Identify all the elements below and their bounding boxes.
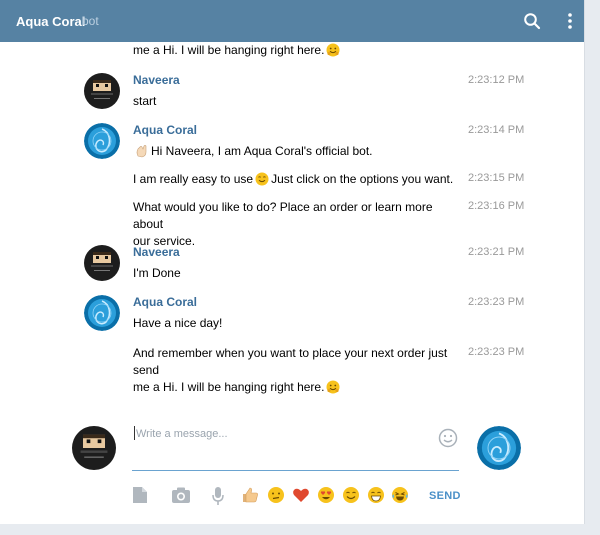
message-text: me a Hi. I will be hanging right here. [133, 42, 453, 62]
message-input[interactable]: Write a message... [136, 428, 228, 440]
message-time: 2:23:21 PM [468, 246, 525, 258]
message-time: 2:23:23 PM [468, 296, 525, 308]
message-text: start [133, 94, 157, 108]
avatar[interactable] [84, 295, 120, 331]
heart-eyes-face-icon[interactable] [317, 486, 335, 509]
message-text: And remember when you want to place your… [133, 345, 473, 399]
thumbs-up-icon[interactable] [241, 486, 259, 509]
message-time: 2:23:23 PM [468, 346, 525, 358]
emoji-picker-icon[interactable] [438, 428, 458, 453]
input-underline [132, 470, 459, 471]
waving-hand-icon [135, 144, 149, 163]
send-button[interactable]: SEND [429, 490, 461, 502]
confused-face-icon[interactable] [267, 486, 285, 509]
smiling-face-icon [255, 172, 269, 191]
message-text: What would you like to do? Place an orde… [133, 200, 433, 248]
message-time: 2:23:14 PM [468, 124, 525, 136]
heart-icon[interactable] [292, 486, 310, 509]
chat-window: Aqua Coral bot me a Hi. I will be hangin… [0, 0, 585, 524]
message-text: Hi Naveera, I am Aqua Coral's official b… [133, 143, 453, 163]
document-icon[interactable] [132, 486, 148, 509]
message-text: I am really easy to use Just click on the… [133, 171, 473, 191]
message-history[interactable]: me a Hi. I will be hanging right here. N… [0, 42, 584, 404]
text-caret [134, 426, 135, 440]
hugging-face-icon [326, 380, 340, 399]
sender-name[interactable]: Aqua Coral [133, 123, 197, 137]
camera-icon[interactable] [171, 486, 191, 509]
message-text: Have a nice day! [133, 316, 223, 330]
message-time: 2:23:16 PM [468, 200, 525, 212]
my-avatar[interactable] [72, 426, 116, 470]
more-vertical-icon[interactable] [566, 12, 574, 30]
chat-title[interactable]: Aqua Coral [16, 14, 85, 29]
crying-laughing-face-icon[interactable] [391, 486, 409, 509]
avatar[interactable] [84, 123, 120, 159]
hugging-face-icon [326, 43, 340, 62]
avatar[interactable] [84, 245, 120, 281]
avatar[interactable] [84, 73, 120, 109]
chat-header: Aqua Coral bot [0, 0, 584, 42]
chat-subtitle: bot [82, 14, 99, 28]
peer-avatar[interactable] [477, 426, 521, 470]
microphone-icon[interactable] [211, 486, 225, 511]
search-icon[interactable] [523, 12, 541, 30]
sender-name[interactable]: Naveera [133, 245, 180, 259]
composer: Write a message... SEND [0, 404, 584, 524]
grinning-face-icon[interactable] [367, 486, 385, 509]
sender-name[interactable]: Naveera [133, 73, 180, 87]
sender-name[interactable]: Aqua Coral [133, 295, 197, 309]
message-time: 2:23:12 PM [468, 74, 525, 86]
smiling-face-icon[interactable] [342, 486, 360, 509]
message-time: 2:23:15 PM [468, 172, 525, 184]
message-text: I'm Done [133, 266, 181, 280]
